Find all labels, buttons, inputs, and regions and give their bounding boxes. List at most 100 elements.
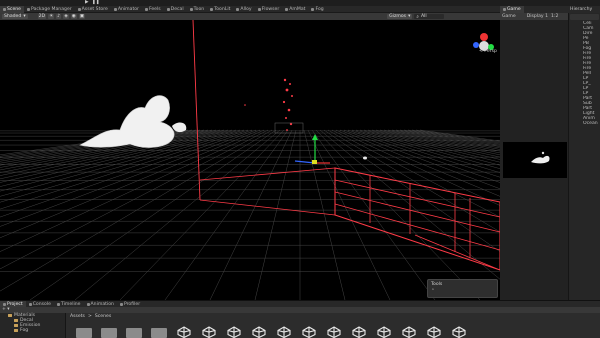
feels-icon [144, 7, 148, 11]
animation-icon [86, 302, 90, 306]
hierarchy-item[interactable]: Ocean [569, 121, 600, 126]
unity-scene-icon [227, 326, 241, 338]
chevron-down-icon: ▾ [408, 14, 411, 19]
grid-line [0, 129, 273, 292]
shading-mode-dropdown[interactable]: Shaded ▾ [2, 14, 28, 19]
scene-canvas [0, 20, 500, 300]
tab-hierarchy[interactable]: Hierarchy [570, 7, 592, 12]
grid-line [0, 129, 229, 183]
breadcrumb: Assets > Scenes [70, 314, 111, 319]
asset-scene[interactable] [376, 326, 392, 338]
hierarchy-search-input[interactable] [570, 14, 599, 20]
lighting-toggle-icon[interactable]: ☀ [48, 14, 55, 19]
unity-scene-icon [402, 326, 416, 338]
asset-scene[interactable] [276, 326, 292, 338]
folder-icon [76, 328, 92, 338]
asset-scene[interactable] [301, 326, 317, 338]
asset-scene[interactable] [326, 326, 342, 338]
breadcrumb-assets[interactable]: Assets [70, 314, 85, 319]
tab-toonlit[interactable]: ToonLit [207, 6, 233, 13]
game-display-label[interactable]: Game [502, 14, 516, 19]
game-tab-strip: Game [500, 6, 568, 13]
grid-line [375, 129, 500, 158]
tab-decal[interactable]: Decal [164, 6, 187, 13]
asset-scene[interactable] [251, 326, 267, 338]
asset-folder[interactable] [151, 326, 167, 338]
folder-icon [3, 302, 6, 306]
tab-game[interactable]: Game [500, 6, 524, 13]
tab-animator[interactable]: Animator [111, 6, 142, 13]
search-icon: ⌕ [416, 14, 419, 20]
camera-settings-icon[interactable]: ▣ [78, 14, 86, 19]
tab-feels[interactable]: Feels [142, 6, 164, 13]
unity-scene-icon [202, 326, 216, 338]
asset-scene[interactable] [426, 326, 442, 338]
tab-toon[interactable]: Toon [187, 6, 208, 13]
asset-folder[interactable] [76, 326, 92, 338]
tree-item-fog[interactable]: Fog [0, 328, 65, 333]
folder-icon [151, 328, 167, 338]
scene-viewport[interactable]: < Persp [0, 20, 500, 300]
unity-scene-icon [452, 326, 466, 338]
folder-icon [8, 314, 12, 317]
asset-scene[interactable] [451, 326, 467, 338]
asset-folder[interactable] [101, 326, 117, 338]
grid-line [327, 129, 500, 233]
grid-line [307, 129, 391, 300]
asset-scene[interactable] [351, 326, 367, 338]
toon-icon [189, 7, 193, 11]
display-select[interactable]: Display 1 [527, 14, 548, 19]
folder-icon [14, 329, 18, 332]
asset-scene[interactable] [401, 326, 417, 338]
game-icon [503, 8, 506, 11]
audio-toggle-icon[interactable]: ♪ [56, 14, 62, 19]
hierarchy-list: Celi Cam Dire Pe PB Fog Fire Fire Fire Fire Pell LP… [569, 21, 600, 126]
asset-scene[interactable] [201, 326, 217, 338]
grid-line [411, 129, 500, 144]
smoke-cloud-object[interactable] [79, 95, 175, 148]
asset-scene[interactable] [226, 326, 242, 338]
tab-ammat[interactable]: AmMat [282, 6, 308, 13]
tab-flowser[interactable]: Flowser [255, 6, 283, 13]
game-scale[interactable]: 1:2 [551, 14, 558, 19]
profiler-icon [119, 302, 123, 306]
tab-alloy[interactable]: Alloy [233, 6, 254, 13]
animator-icon [113, 7, 117, 11]
grid-line [119, 129, 285, 300]
hidden-objects-icon[interactable]: ◉ [70, 14, 77, 19]
toggle-2d-button[interactable]: 2D [37, 14, 47, 19]
grid-line [0, 129, 253, 218]
tab-asset-store[interactable]: Asset Store [75, 6, 111, 13]
effects-toggle-icon[interactable]: ◈ [63, 14, 69, 19]
grid-line [0, 129, 221, 176]
grid-line [164, 129, 289, 300]
asset-folder[interactable] [126, 326, 142, 338]
bottom-tab-strip: Project Console Timeline Animation Profi… [0, 300, 600, 308]
projection-label[interactable]: < Persp [479, 49, 497, 54]
scene-toolbar: Shaded ▾ 2D ☀ ♪ ◈ ◉ ▣ Gizmos ▾ ⌕ All [0, 13, 500, 20]
asset-grid [76, 326, 467, 338]
breadcrumb-scenes[interactable]: Scenes [95, 314, 111, 319]
move-tool-icon[interactable]: ⌃ [431, 289, 435, 294]
pause-button[interactable]: ❚❚ [92, 0, 100, 5]
gizmos-dropdown[interactable]: Gizmos ▾ [387, 14, 413, 19]
folder-icon [14, 324, 18, 327]
camera-gizmo-object[interactable] [274, 122, 304, 134]
grid-line [0, 129, 265, 252]
tools-overlay[interactable]: Tools ⌃ [427, 279, 498, 298]
unity-scene-icon [277, 326, 291, 338]
tab-package-manager[interactable]: Package Manager [24, 6, 75, 13]
light-icon[interactable] [363, 156, 367, 160]
play-button[interactable]: ▶ [85, 0, 89, 5]
unity-scene-icon [327, 326, 341, 338]
move-gizmo-center[interactable] [312, 160, 317, 164]
grid-line [303, 129, 346, 300]
add-asset-button[interactable]: + ▾ [2, 307, 10, 312]
tab-fog[interactable]: Fog [308, 6, 326, 13]
scene-search-input[interactable]: ⌕ All [414, 14, 445, 20]
decal-icon [166, 7, 170, 11]
tab-scene[interactable]: Scene [0, 5, 25, 13]
grid-line [367, 129, 500, 163]
grid-line [209, 129, 293, 300]
asset-scene[interactable] [176, 326, 192, 338]
